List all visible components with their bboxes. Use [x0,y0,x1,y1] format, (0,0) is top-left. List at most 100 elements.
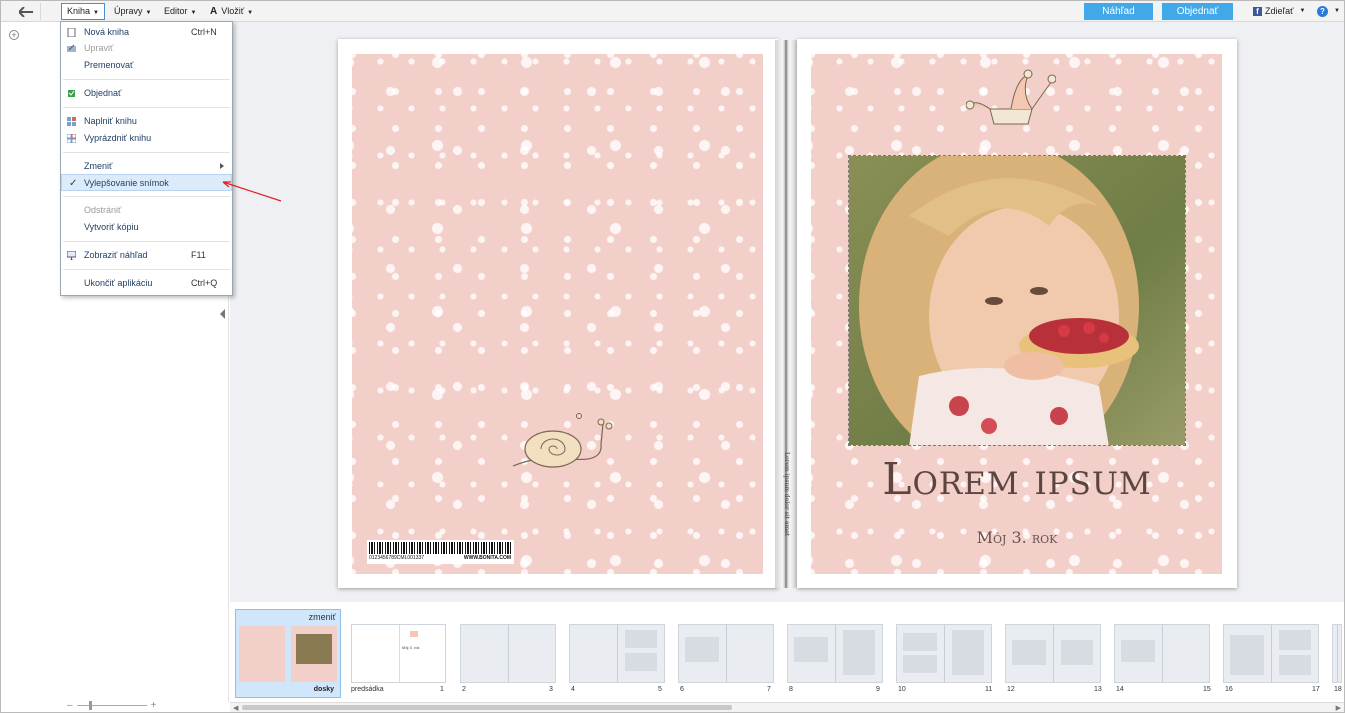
menu-item-empty-book[interactable]: Vyprázdniť knihu [61,130,232,147]
scroll-right-icon[interactable]: ▶ [1336,704,1341,712]
endpaper-title: Môj 3. rok [402,645,420,650]
thumb-spread-2-3[interactable] [460,624,556,683]
thumb-page-number: 5 [658,686,662,693]
thumb-page-number: 10 [898,686,906,693]
fill-book-icon [67,117,76,126]
menu-item-quit[interactable]: Ukončiť aplikáciu Ctrl+Q [61,275,232,292]
add-icon[interactable]: + [9,30,19,40]
zoom-track[interactable] [76,701,147,710]
menu-separator [63,79,230,80]
thumb-page-number: 17 [1312,686,1320,693]
barcode-url: WWW.BONITA.COM [463,555,511,561]
edit-icon [67,44,76,52]
kniha-dropdown-menu: Nová kniha Ctrl+N Upraviť Premenovať Obj… [60,21,233,296]
thumb-front-cover [291,626,337,682]
menu-item-delete[interactable]: Odstrániť [61,202,232,219]
menu-item-duplicate[interactable]: Vytvoriť kópiu [61,219,232,236]
menu-item-image-enhancement[interactable]: ✓ Vylepšovanie snímok [61,174,232,191]
new-book-icon [67,28,76,37]
barcode-lines [369,542,512,554]
thumb-page-number: 6 [680,686,684,693]
menu-item-change[interactable]: Zmeniť [61,158,232,175]
thumb-spread-10-11[interactable] [896,624,992,683]
thumb-spread-8-9[interactable] [787,624,883,683]
change-cover-link[interactable]: zmeniť [309,612,336,622]
help-button[interactable]: ? ▼ [1317,3,1340,20]
submenu-arrow-icon [220,163,224,169]
back-button[interactable] [11,3,41,20]
preview-button[interactable]: Náhľad [1084,3,1153,20]
thumb-photo [296,634,332,664]
dot-pattern [352,54,763,574]
caret-down-icon: ▼ [247,10,254,16]
menu-upravy[interactable]: Úpravy ▼ [109,3,156,20]
book-canvas: 0123456789CML001337 WWW.BONITA.COM Lorem… [230,22,1344,602]
barcode-number: 0123456789CML001337 [369,555,425,561]
thumb-page-number: 16 [1225,686,1233,693]
caret-down-icon: ▼ [190,10,197,16]
spine-text: Lorem ipsum dolor sit amet [783,452,790,537]
snail-illustration [512,413,613,468]
share-button[interactable]: f Zdieľať ▼ [1253,3,1305,20]
menu-kniha[interactable]: Kniha ▼ [61,3,105,20]
menu-separator [63,152,230,153]
scroll-left-icon[interactable]: ◀ [233,704,238,712]
thumb-back-cover [239,626,285,682]
horizontal-scrollbar[interactable]: ◀ ▶ [230,702,1344,712]
caret-down-icon: ▼ [1299,8,1306,14]
jester-hat-mini-icon [410,631,418,637]
thumb-endpaper[interactable]: Môj 3. rok [351,624,446,683]
order-button[interactable]: Objednať [1162,3,1233,20]
thumb-spread-18[interactable] [1332,624,1342,683]
menu-item-show-preview[interactable]: Zobraziť náhľad F11 [61,247,232,264]
menu-separator [63,269,230,270]
thumb-page-number: 2 [462,686,466,693]
thumb-page-number: 11 [985,686,993,693]
zoom-out-icon[interactable]: – [67,700,73,711]
thumb-page-number: 9 [876,686,880,693]
menu-item-order[interactable]: Objednať [61,85,232,102]
collapse-panel-icon[interactable] [220,309,225,319]
zoom-knob[interactable] [88,701,92,710]
thumb-spread-16-17[interactable] [1223,624,1319,683]
menu-item-rename[interactable]: Premenovať [61,57,232,74]
thumb-cover[interactable]: zmeniť dosky [235,609,341,698]
menu-item-new-book[interactable]: Nová kniha Ctrl+N [61,24,232,41]
zoom-slider[interactable]: – + [67,700,156,711]
menu-separator [63,241,230,242]
menu-separator [63,107,230,108]
thumb-page-number: 8 [789,686,793,693]
cover-photo[interactable] [848,155,1186,446]
text-a-icon: A [210,6,218,17]
thumb-page-number: 4 [571,686,575,693]
menu-item-edit[interactable]: Upraviť [61,40,232,57]
menu-vlozit[interactable]: A Vložiť ▼ [205,3,258,20]
thumb-page-number: 1 [440,686,444,693]
menu-editor[interactable]: Editor ▼ [159,3,201,20]
jester-hat-illustration [966,69,1056,125]
book-editor-app: Kniha ▼ Úpravy ▼ Editor ▼ A Vložiť ▼ Náhľad O… [0,0,1345,713]
caret-down-icon: ▼ [1334,8,1340,14]
thumb-page-number: 14 [1116,686,1124,693]
arrow-left-icon [18,6,33,17]
caret-down-icon: ▼ [93,10,99,16]
help-icon: ? [1317,6,1328,17]
menu-item-fill-book[interactable]: Naplniť knihu [61,113,232,130]
checkmark-icon: ✓ [69,178,78,189]
thumb-spread-4-5[interactable] [569,624,665,683]
back-cover-page[interactable]: 0123456789CML001337 WWW.BONITA.COM [338,39,778,588]
cover-subtitle[interactable]: Môj 3. rok [812,528,1222,547]
menu-separator [63,196,230,197]
zoom-in-icon[interactable]: + [151,700,157,711]
thumb-page-number: 18 [1334,686,1342,693]
top-toolbar: Kniha ▼ Úpravy ▼ Editor ▼ A Vložiť ▼ Náhľad O… [1,1,1344,22]
thumb-spread-6-7[interactable] [678,624,774,683]
thumb-spread-12-13[interactable] [1005,624,1101,683]
girl-eating-tart-photo [849,156,1185,445]
cover-title[interactable]: Lorem ipsum [812,454,1222,505]
order-icon [68,90,75,97]
thumb-label-endpaper: predsádka [351,686,384,693]
barcode: 0123456789CML001337 WWW.BONITA.COM [367,540,514,564]
thumb-spread-14-15[interactable] [1114,624,1210,683]
scrollbar-thumb[interactable] [242,705,732,710]
